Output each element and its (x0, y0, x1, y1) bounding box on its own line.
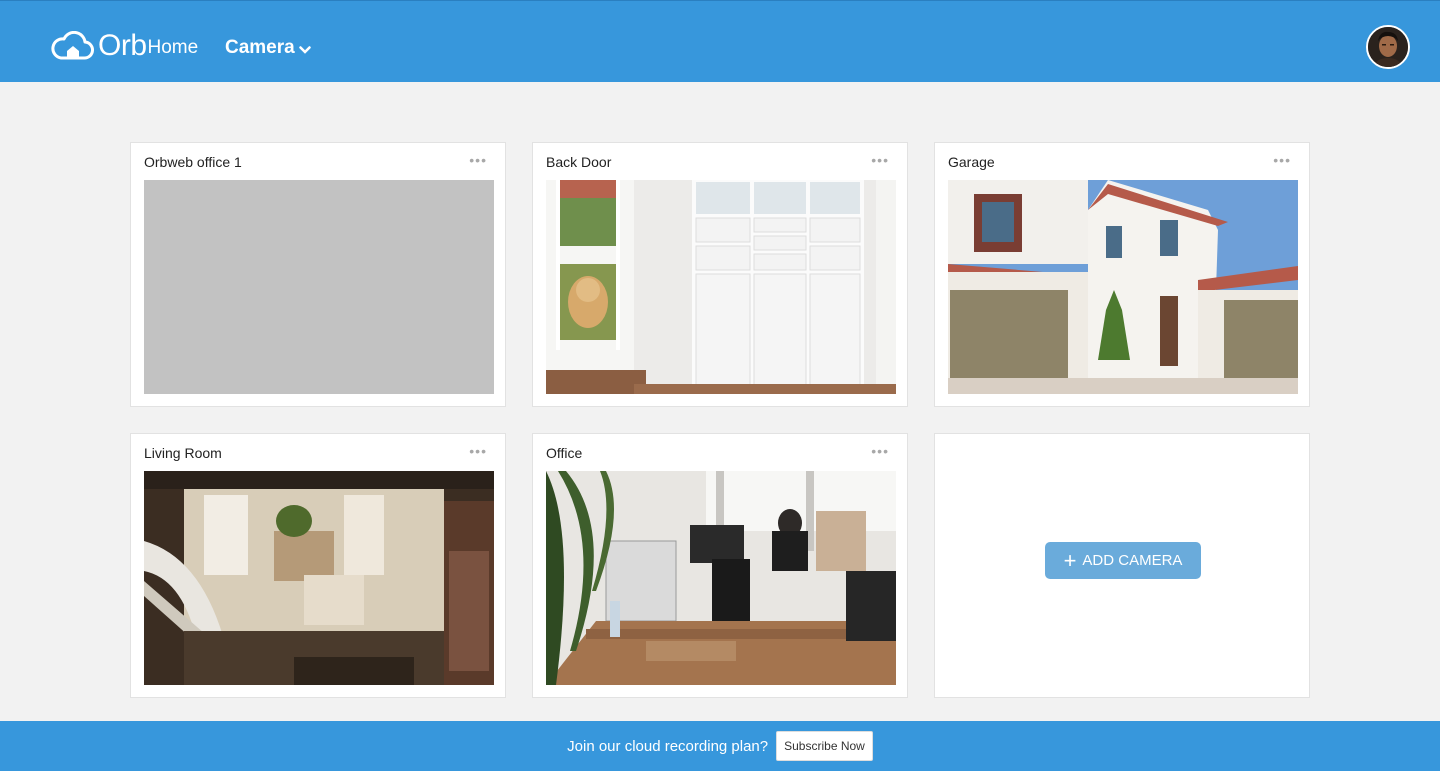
add-camera-button[interactable]: + ADD CAMERA (1045, 542, 1201, 579)
more-options-icon[interactable]: ••• (871, 153, 889, 167)
top-bar: Orb Home Camera (0, 0, 1440, 82)
camera-feed-blank[interactable] (144, 180, 494, 394)
cloud-home-icon (51, 31, 94, 60)
more-options-icon[interactable]: ••• (469, 444, 487, 458)
camera-nav-label: Camera (225, 37, 295, 58)
plus-icon: + (1063, 547, 1077, 573)
camera-card-office[interactable]: Office ••• (532, 433, 908, 698)
camera-feed-office[interactable] (546, 471, 896, 685)
camera-card-garage[interactable]: Garage ••• (934, 142, 1310, 407)
camera-title: Living Room (144, 445, 222, 461)
user-avatar[interactable] (1366, 25, 1410, 69)
more-options-icon[interactable]: ••• (1273, 153, 1291, 167)
camera-nav-dropdown[interactable]: Camera (225, 37, 311, 59)
camera-feed-living-room[interactable] (144, 471, 494, 685)
subscription-banner: Join our cloud recording plan? Subscribe… (0, 721, 1440, 771)
add-camera-card: + ADD CAMERA (934, 433, 1310, 698)
logo-home-text: Home (147, 37, 199, 58)
camera-title: Back Door (546, 154, 612, 170)
add-camera-label: ADD CAMERA (1082, 552, 1183, 569)
camera-title: Orbweb office 1 (144, 154, 242, 170)
camera-feed-garage[interactable] (948, 180, 1298, 394)
camera-card-living-room[interactable]: Living Room ••• (130, 433, 506, 698)
more-options-icon[interactable]: ••• (469, 153, 487, 167)
camera-title: Office (546, 445, 583, 461)
avatar-face-icon (1368, 27, 1408, 67)
camera-title: Garage (948, 154, 995, 170)
more-options-icon[interactable]: ••• (871, 444, 889, 458)
camera-card-back-door[interactable]: Back Door ••• (532, 142, 908, 407)
camera-feed-back-door[interactable] (546, 180, 896, 394)
logo-orb-text: Orb (98, 29, 147, 62)
camera-card-orbweb-office-1[interactable]: Orbweb office 1 ••• (130, 142, 506, 407)
app-logo[interactable]: Orb Home (50, 27, 198, 61)
chevron-down-icon (298, 46, 311, 54)
subscription-message: Join our cloud recording plan? (567, 737, 769, 755)
subscribe-now-button[interactable]: Subscribe Now (776, 731, 873, 761)
